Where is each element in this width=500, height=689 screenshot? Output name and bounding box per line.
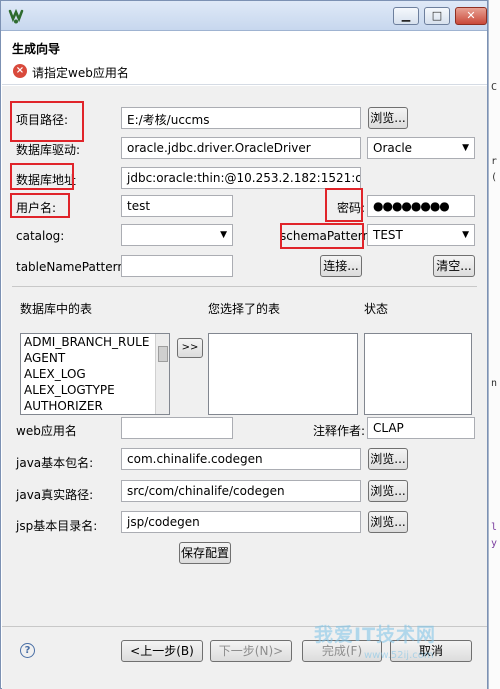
db-type-select[interactable]: Oracle ▼: [367, 137, 475, 159]
comment-author-label: 注释作者:: [313, 424, 366, 438]
back-button[interactable]: <上一步(B): [121, 640, 203, 662]
watermark: 我爱IT技术网 www.52ij.com: [290, 612, 490, 682]
title-bar: ▁ □ ✕: [1, 1, 487, 31]
selected-tables-list[interactable]: [208, 333, 358, 415]
jsp-dir-browse-button[interactable]: 浏览...: [368, 511, 408, 533]
project-path-browse-button[interactable]: 浏览...: [368, 107, 408, 129]
separator: [12, 286, 477, 287]
connect-button[interactable]: 连接...: [320, 255, 362, 277]
java-path-label: java真实路径:: [16, 488, 94, 502]
background-editor-text: C: [491, 82, 498, 93]
minimize-button[interactable]: ▁: [393, 7, 419, 25]
java-path-browse-button[interactable]: 浏览...: [368, 480, 408, 502]
jsp-dir-label: jsp基本目录名:: [16, 519, 98, 533]
chevron-down-icon: ▼: [462, 230, 469, 240]
highlight-box: [325, 188, 363, 222]
username-input[interactable]: test: [121, 195, 233, 217]
background-editor-text: y: [491, 538, 498, 549]
schema-pattern-value: TEST: [373, 228, 403, 242]
db-url-input[interactable]: jdbc:oracle:thin:@10.253.2.182:1521:orcl: [121, 167, 361, 189]
error-message: 请指定web应用名: [32, 66, 129, 80]
chevron-down-icon: ▼: [220, 230, 227, 240]
java-package-input[interactable]: com.chinalife.codegen: [121, 448, 361, 470]
db-tables-list[interactable]: ADMI_BRANCH_RULE AGENT ALEX_LOG ALEX_LOGTYP…: [20, 333, 170, 415]
status-label: 状态: [364, 302, 389, 316]
highlight-box: [280, 223, 364, 249]
highlight-box: [10, 101, 84, 142]
save-config-button[interactable]: 保存配置: [179, 542, 231, 564]
comment-author-input[interactable]: CLAP: [367, 417, 475, 439]
table-name-pattern-input[interactable]: [121, 255, 233, 277]
highlight-box: [10, 193, 70, 218]
project-path-input[interactable]: E:/考核/uccms: [121, 107, 361, 129]
web-app-name-label: web应用名: [16, 424, 77, 438]
next-button[interactable]: 下一步(N)>: [210, 640, 292, 662]
chevron-down-icon: ▼: [462, 143, 469, 153]
table-items: ADMI_BRANCH_RULE AGENT ALEX_LOG ALEX_LOGTYP…: [21, 334, 169, 414]
wizard-header: 生成向导 × 请指定web应用名: [2, 31, 487, 85]
maximize-button[interactable]: □: [424, 7, 450, 25]
add-table-button[interactable]: >>: [177, 338, 203, 358]
table-list-item[interactable]: ALEX_LOGTYPE: [21, 382, 169, 398]
error-icon: ×: [13, 64, 27, 78]
highlight-box: [10, 163, 74, 190]
db-tables-label: 数据库中的表: [20, 302, 93, 316]
wizard-window: ▁ □ ✕ 生成向导 × 请指定web应用名 项目路径: E:/考核/uccms…: [0, 0, 488, 689]
close-button[interactable]: ✕: [455, 7, 487, 25]
db-driver-label: 数据库驱动:: [16, 143, 81, 157]
table-name-pattern-label: tableNamePattern:: [16, 260, 130, 274]
java-package-browse-button[interactable]: 浏览...: [368, 448, 408, 470]
password-input[interactable]: ●●●●●●●●: [367, 195, 475, 217]
selected-tables-label: 您选择了的表: [208, 302, 281, 316]
table-list-item[interactable]: ADMI_BRANCH_RULE: [21, 334, 169, 350]
clear-button[interactable]: 清空...: [433, 255, 475, 277]
catalog-select[interactable]: ▼: [121, 224, 233, 246]
schema-pattern-select[interactable]: TEST ▼: [367, 224, 475, 246]
web-app-name-input[interactable]: [121, 417, 233, 439]
app-icon: [8, 8, 24, 24]
watermark-text: 我爱IT技术网: [314, 624, 437, 646]
status-list: [364, 333, 472, 415]
wizard-content: 项目路径: E:/考核/uccms 浏览... 数据库驱动: oracle.jd…: [2, 86, 487, 626]
table-list-item[interactable]: ALEX_LOG: [21, 366, 169, 382]
table-list-item[interactable]: AUTHORIZER: [21, 398, 169, 414]
catalog-label: catalog:: [16, 229, 65, 243]
table-list-item[interactable]: AGENT: [21, 350, 169, 366]
background-editor-text: r: [491, 156, 498, 167]
jsp-dir-input[interactable]: jsp/codegen: [121, 511, 361, 533]
background-editor-text: l: [491, 522, 498, 533]
java-path-input[interactable]: src/com/chinalife/codegen: [121, 480, 361, 502]
db-type-value: Oracle: [373, 141, 413, 155]
help-icon[interactable]: ?: [20, 643, 35, 658]
background-editor-text: (: [491, 172, 498, 183]
background-editor: C r ( n l y: [488, 0, 500, 689]
background-editor-text: n: [491, 378, 498, 389]
java-package-label: java基本包名:: [16, 456, 94, 470]
list-scrollbar[interactable]: [155, 334, 169, 414]
watermark-url: www.52ij.com: [364, 650, 434, 661]
scrollbar-thumb[interactable]: [158, 346, 168, 362]
wizard-title: 生成向导: [12, 42, 61, 56]
db-driver-input[interactable]: oracle.jdbc.driver.OracleDriver: [121, 137, 361, 159]
